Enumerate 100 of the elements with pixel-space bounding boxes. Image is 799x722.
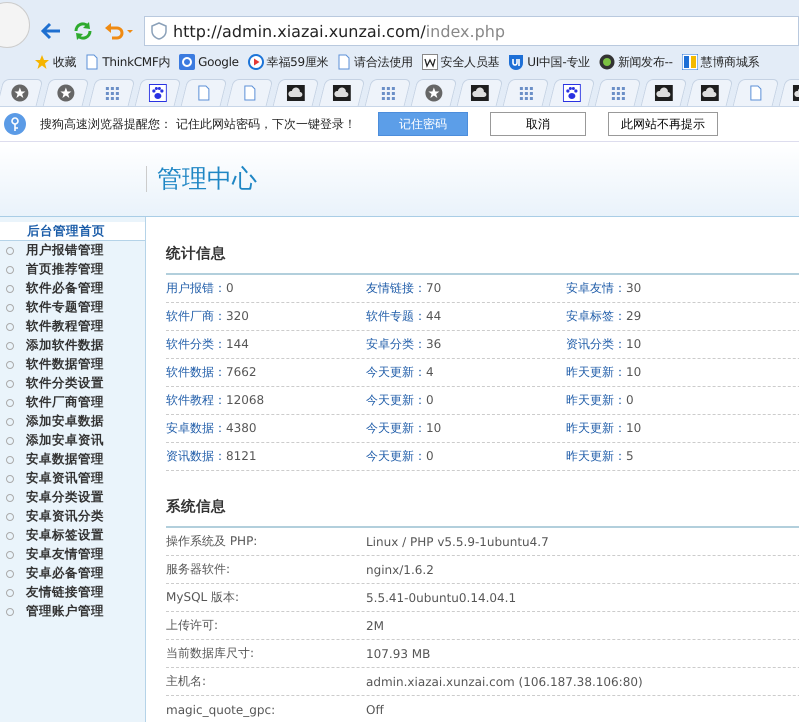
paw-icon [562,84,581,102]
sidebar-item[interactable]: 添加软件数据 [26,337,104,354]
browser-tab[interactable] [640,79,688,106]
browser-tab[interactable] [272,79,320,106]
sidebar-item[interactable]: 软件专题管理 [26,299,104,316]
bullet-icon [6,342,14,350]
stat-label: 今天更新： [366,393,426,407]
prompt-button[interactable]: 此网站不再提示 [608,112,718,136]
bookmark-link[interactable]: UI中国-专业 [527,54,590,70]
bullet-icon [6,512,14,520]
bullet-icon [6,588,14,596]
cloud-icon [286,85,305,101]
wiki-icon [422,54,438,70]
stat-label: 安卓分类： [366,337,426,351]
grid-icon [380,85,396,101]
info-value: Off [366,702,384,716]
info-label: MySQL 版本: [166,590,240,604]
info-value: 2M [366,618,384,632]
prompt-message: 搜狗高速浏览器提醒您： 记住此网站密码，下次一键登录！ [40,116,356,132]
stat-label: 安卓标签： [566,309,626,323]
stat-label: 资讯分类： [566,337,626,351]
stat-label: 今天更新： [366,449,426,463]
sidebar-item[interactable]: 安卓标签设置 [26,527,104,544]
stat-value: 30 [626,281,642,295]
stat-value: 144 [226,337,249,351]
sidebar-item[interactable]: 用户报错管理 [26,242,104,259]
sidebar-item[interactable]: 安卓分类设置 [26,489,104,506]
bullet-icon [6,398,14,406]
sidebar-item[interactable]: 管理账户管理 [26,603,104,620]
shield-icon [508,54,524,70]
sidebar-item[interactable]: 软件厂商管理 [26,394,104,411]
sidebar-item[interactable]: 添加安卓资讯 [26,432,104,449]
stat-label: 软件分类： [166,337,226,351]
page-title: 管理中心 [157,163,257,195]
browser-tab[interactable] [318,79,366,106]
sidebar-item[interactable]: 安卓资讯管理 [26,470,104,487]
sidebar-item[interactable]: 安卓数据管理 [26,451,104,468]
bullet-icon [6,456,14,464]
stat-label: 用户报错： [166,281,226,295]
sidebar-item[interactable]: 添加安卓数据 [26,413,104,430]
address-bar[interactable]: http://admin.xiazai.xunzai.com/index.php [144,16,799,46]
info-label: 服务器软件: [166,562,230,576]
bookmark-link[interactable]: Google [198,55,239,69]
browser-tab[interactable] [686,79,734,106]
bookmark-link[interactable]: 安全人员基 [440,54,500,70]
sidebar-home-link[interactable]: 后台管理首页 [0,222,145,241]
sidebar-item[interactable]: 安卓友情管理 [26,546,104,563]
bookmark-link[interactable]: 新闻发布-- [618,54,673,70]
bullet-icon [6,284,14,292]
stat-value: 5 [626,449,634,463]
info-label: magic_quote_gpc: [166,702,276,716]
sidebar-item[interactable]: 安卓资讯分类 [26,508,104,525]
stat-label: 软件专题： [366,309,426,323]
cloud-icon [654,85,673,101]
stat-label: 昨天更新： [566,421,626,435]
bookmark-link[interactable]: 请合法使用 [354,54,413,70]
paw-icon [148,84,167,102]
bookmark-link[interactable]: 幸福59厘米 [266,54,328,70]
bookmark-link[interactable]: 慧博商城系 [700,54,760,70]
info-value: nginx/1.6.2 [366,562,434,576]
browser-tab[interactable] [548,79,596,106]
stat-value: 36 [426,337,442,351]
sidebar-item[interactable]: 软件数据管理 [26,356,104,373]
play-icon [248,54,264,70]
bullet-icon [6,570,14,578]
stat-value: 12068 [226,393,264,407]
sidebar-item[interactable]: 软件必备管理 [26,280,104,297]
prompt-button[interactable]: 取消 [490,112,586,136]
sidebar-item[interactable]: 软件教程管理 [26,318,104,335]
info-value: 107.93 MB [366,646,430,660]
bullet-icon [6,360,14,368]
cloud-icon [470,85,489,101]
bullet-icon [6,304,14,312]
stat-label: 友情链接： [366,281,426,295]
stat-label: 安卓友情： [566,281,626,295]
sidebar-item[interactable]: 软件分类设置 [26,375,104,392]
stat-label: 软件厂商： [166,309,226,323]
stat-label: 安卓数据： [166,421,226,435]
sidebar-item[interactable]: 友情链接管理 [26,584,104,601]
sidebar-item[interactable]: 首页推荐管理 [26,261,104,278]
info-value: 5.5.41-0ubuntu0.14.04.1 [366,590,516,604]
bullet-icon [6,418,14,426]
cloud-icon [700,85,719,101]
browser-tab[interactable] [456,79,504,106]
bullet-icon [6,246,14,254]
browser-tab[interactable] [134,79,182,106]
back-arrow-icon[interactable] [40,20,62,42]
section-heading: 系统信息 [166,497,799,528]
bullet-icon [6,266,14,274]
stat-value: 10 [426,421,442,435]
bookmark-link[interactable]: ThinkCMF内 [102,54,170,70]
document-icon [242,85,257,101]
sidebar-item[interactable]: 安卓必备管理 [26,565,104,582]
stat-value: 29 [626,309,642,323]
stat-value: 4 [426,365,434,379]
bullet-icon [6,474,14,482]
info-label: 操作系统及 PHP: [166,534,258,548]
shield-icon [151,22,167,40]
bookmark-link[interactable]: 收藏 [53,54,76,70]
refresh-icon[interactable] [72,20,94,42]
